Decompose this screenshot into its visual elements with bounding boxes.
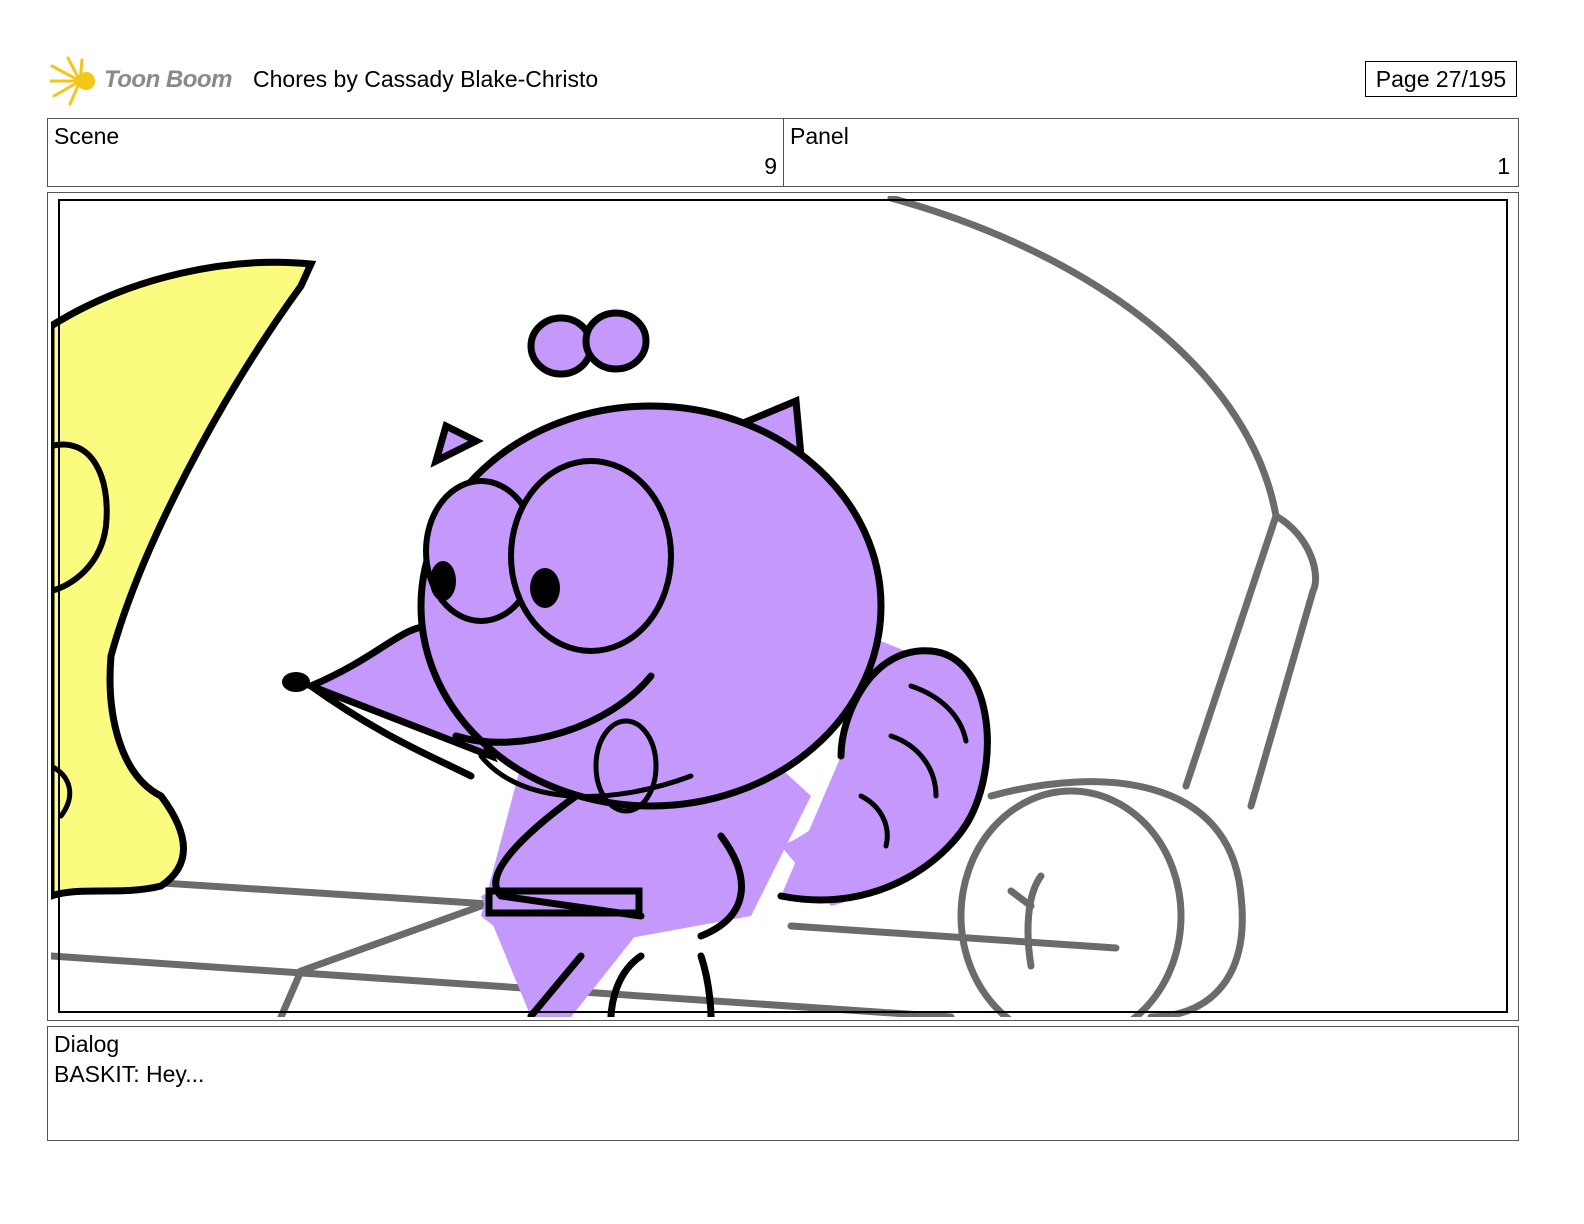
scene-box: Scene 9 [47,118,784,187]
document-title: Chores by Cassady Blake-Christo [253,66,599,92]
scene-number: 9 [764,153,777,179]
logo-text: Toon Boom [104,66,232,93]
dialog-label: Dialog [54,1031,120,1057]
page-indicator: Page 27/195 [1365,61,1517,97]
panel-label: Panel [790,123,849,149]
scene-label: Scene [54,123,120,149]
storyboard-drawing [51,196,1508,1017]
panel-number: 1 [1497,153,1510,179]
dialog-box: Dialog BASKIT: Hey... [47,1026,1519,1141]
dialog-text: BASKIT: Hey... [54,1061,205,1087]
panel-box: Panel 1 [783,118,1519,187]
